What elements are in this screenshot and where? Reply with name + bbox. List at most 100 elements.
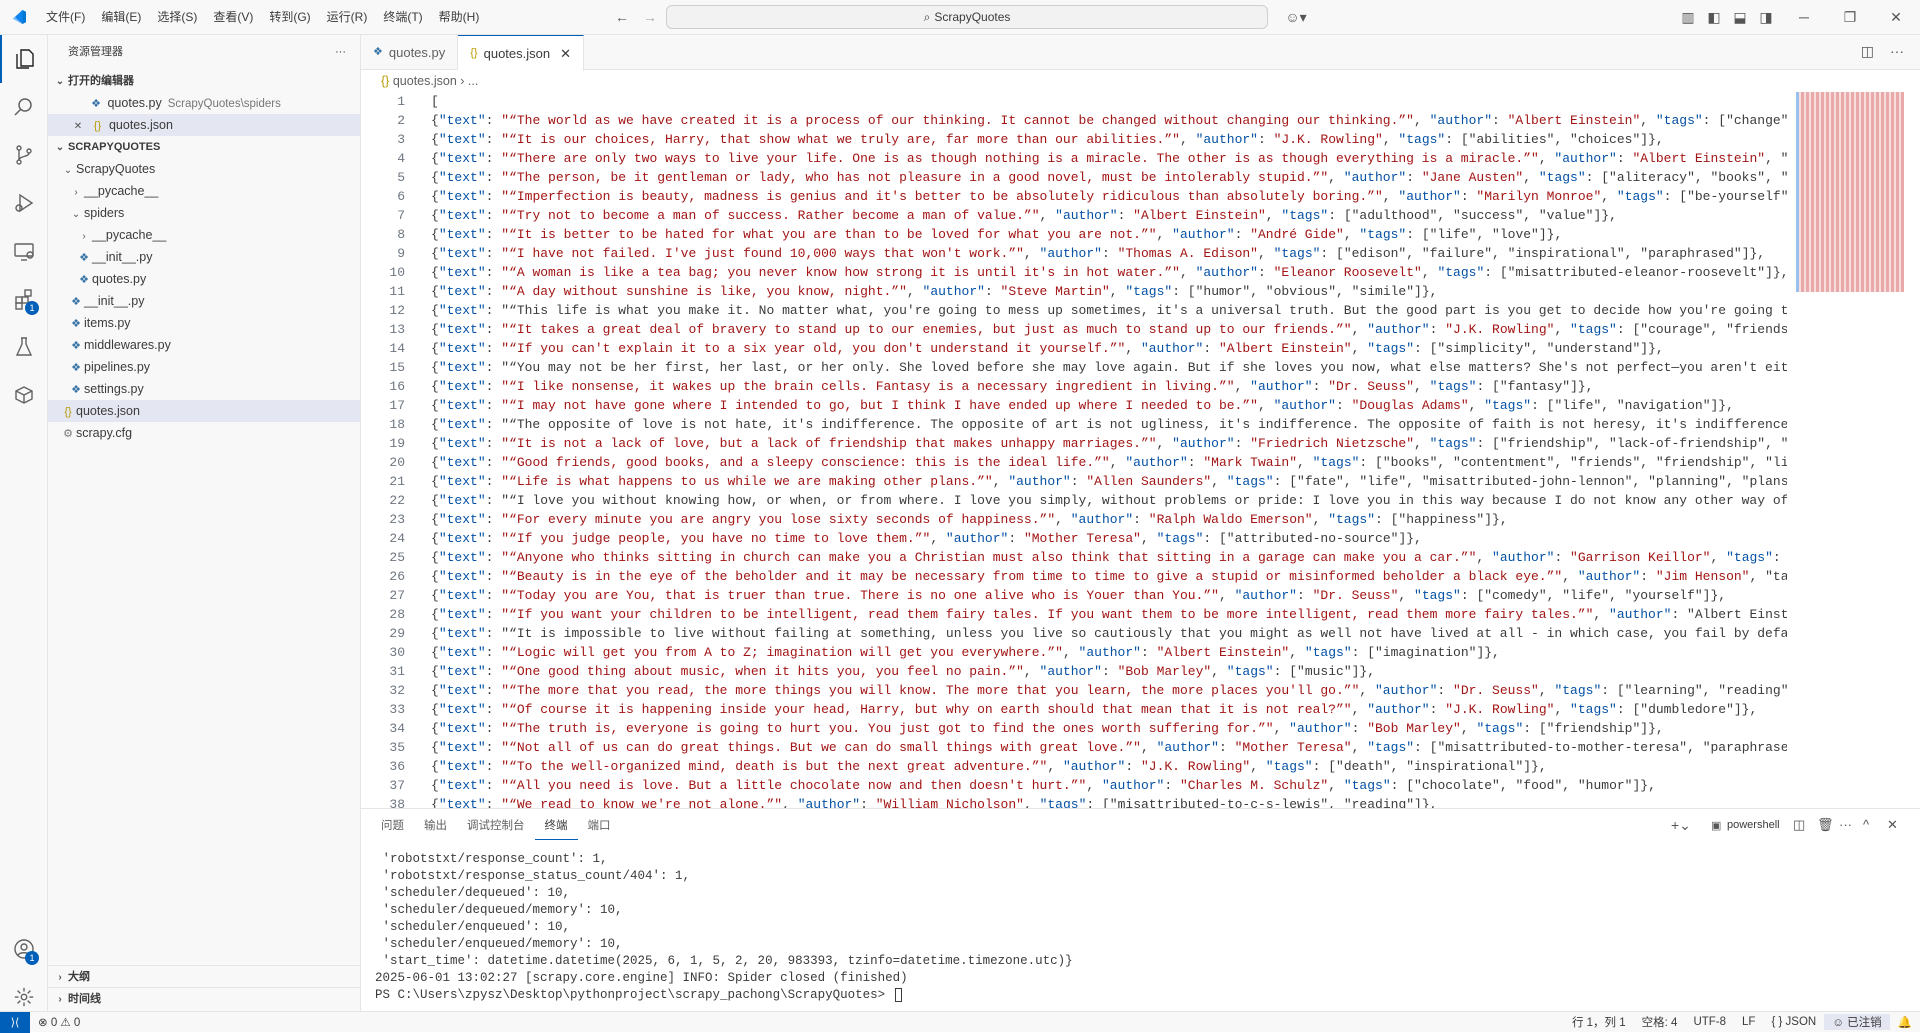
code-line[interactable]: 13 {"text": "“It takes a great deal of br… (361, 320, 1787, 339)
code-line[interactable]: 3 {"text": "“It is our choices, Harry, th… (361, 130, 1787, 149)
code-line[interactable]: 8 {"text": "“It is better to be hated for… (361, 225, 1787, 244)
tree-folder[interactable]: ⌄ ScrapyQuotes (48, 158, 360, 180)
panel-tab[interactable]: 端口 (578, 809, 621, 844)
restore-icon[interactable]: ❐ (1836, 3, 1864, 31)
code-line[interactable]: 9 {"text": "“I have not failed. I've just… (361, 244, 1787, 263)
testing-icon[interactable] (0, 323, 48, 371)
outline-section[interactable]: › 大纲 (48, 965, 360, 987)
docker-icon[interactable] (0, 371, 48, 419)
search-sidebar-icon[interactable] (0, 83, 48, 131)
split-editor-icon[interactable]: ◫ (1861, 43, 1874, 60)
shell-label[interactable]: powershell (1727, 819, 1780, 831)
code-line[interactable]: 5 {"text": "“The person, be it gentleman … (361, 168, 1787, 187)
end-of-line[interactable]: LF (1734, 1016, 1763, 1028)
extensions-icon[interactable]: 1 (0, 275, 48, 323)
code-line[interactable]: 35 {"text": "“Not all of us can do great … (361, 738, 1787, 757)
notifications-bell-icon[interactable]: 🔔 (1890, 1015, 1920, 1029)
tree-folder[interactable]: ⌄ spiders (48, 202, 360, 224)
code-line[interactable]: 34 {"text": "“The truth is, everyone is g… (361, 719, 1787, 738)
menu-item[interactable]: 帮助(H) (431, 0, 488, 35)
more-actions-icon[interactable]: ··· (1890, 43, 1904, 59)
code-line[interactable]: 12 {"text": "“This life is what you make … (361, 301, 1787, 320)
code-line[interactable]: 36 {"text": "“To the well-organized mind,… (361, 757, 1787, 776)
encoding[interactable]: UTF-8 (1685, 1016, 1734, 1028)
cursor-position[interactable]: 行 1，列 1 (1564, 1014, 1634, 1030)
run-debug-icon[interactable] (0, 179, 48, 227)
code-line[interactable]: 33 {"text": "“Of course it is happening i… (361, 700, 1787, 719)
code-line[interactable]: 6 {"text": "“Imperfection is beauty, madn… (361, 187, 1787, 206)
toggle-secondary-sidebar-icon[interactable]: ◨ (1752, 3, 1780, 31)
code-line[interactable]: 22 {"text": "“I love you without knowing … (361, 491, 1787, 510)
code-line[interactable]: 7 {"text": "“Try not to become a man of s… (361, 206, 1787, 225)
code-line[interactable]: 26 {"text": "“Beauty is in the eye of the… (361, 567, 1787, 586)
problems-indicator[interactable]: ⊗ 0 ⚠ 0 (30, 1015, 88, 1029)
code-line[interactable]: 30 {"text": "“Logic will get you from A t… (361, 643, 1787, 662)
code-line[interactable]: 32 {"text": "“The more that you read, the… (361, 681, 1787, 700)
code-line[interactable]: 24 {"text": "“If you judge people, you ha… (361, 529, 1787, 548)
more-actions-icon[interactable]: ··· (1839, 817, 1852, 832)
code-line[interactable]: 18 {"text": "“The opposite of love is not… (361, 415, 1787, 434)
remote-indicator-icon[interactable]: ⟩⟨ (0, 1011, 30, 1033)
indentation[interactable]: 空格: 4 (1634, 1014, 1686, 1030)
code-line[interactable]: 2 {"text": "“The world as we have created… (361, 111, 1787, 130)
language-mode[interactable]: { } JSON (1763, 1016, 1824, 1028)
menu-item[interactable]: 编辑(E) (93, 0, 149, 35)
code-line[interactable]: 14 {"text": "“If you can't explain it to … (361, 339, 1787, 358)
code-line[interactable]: 1[ (361, 92, 1787, 111)
menu-item[interactable]: 选择(S) (149, 0, 205, 35)
copilot-status[interactable]: ☺ 已注销 (1824, 1014, 1890, 1030)
close-tab-icon[interactable]: ✕ (560, 36, 571, 71)
code-line[interactable]: 16 {"text": "“I like nonsense, it wakes u… (361, 377, 1787, 396)
tab-quotes-json[interactable]: {} quotes.json ✕ (458, 35, 585, 71)
panel-tab[interactable]: 调试控制台 (457, 809, 535, 844)
tree-file[interactable]: ❖ middlewares.py (48, 334, 360, 356)
tree-file[interactable]: ❖ items.py (48, 312, 360, 334)
toggle-sidebar-icon[interactable]: ◧ (1700, 3, 1728, 31)
close-editor-icon[interactable]: ✕ (70, 116, 86, 138)
menu-item[interactable]: 终端(T) (375, 0, 430, 35)
menu-item[interactable]: 查看(V) (205, 0, 261, 35)
tree-file[interactable]: ⚙ scrapy.cfg (48, 422, 360, 444)
tree-file[interactable]: ❖ __init__.py (48, 290, 360, 312)
menu-item[interactable]: 转到(G) (261, 0, 318, 35)
code-line[interactable]: 23 {"text": "“For every minute you are an… (361, 510, 1787, 529)
menu-item[interactable]: 文件(F) (38, 0, 93, 35)
minimize-icon[interactable]: ─ (1790, 3, 1818, 31)
code-line[interactable]: 21 {"text": "“Life is what happens to us … (361, 472, 1787, 491)
back-arrow-icon[interactable]: ← (608, 3, 636, 31)
open-editor-item[interactable]: ✕ {} quotes.json (48, 114, 360, 136)
tree-file[interactable]: ❖ quotes.py (48, 268, 360, 290)
tree-file[interactable]: ❖ __init__.py (48, 246, 360, 268)
kill-terminal-icon[interactable]: 🗑 (1817, 817, 1834, 833)
code-line[interactable]: 28 {"text": "“If you want your children t… (361, 605, 1787, 624)
minimap-slider[interactable] (1796, 92, 1904, 292)
tab-quotes-py[interactable]: ❖ quotes.py (361, 35, 459, 70)
maximize-panel-icon[interactable]: ^ (1863, 817, 1869, 832)
tree-file[interactable]: ❖ settings.py (48, 378, 360, 400)
code-line[interactable]: 4 {"text": "“There are only two ways to l… (361, 149, 1787, 168)
breadcrumb-file[interactable]: quotes.json (393, 74, 457, 88)
code-line[interactable]: 25 {"text": "“Anyone who thinks sitting i… (361, 548, 1787, 567)
explorer-icon[interactable] (0, 35, 48, 83)
code-line[interactable]: 38 {"text": "“We read to know we're not a… (361, 795, 1787, 808)
terminal-output[interactable]: 'robotstxt/response_count': 1, 'robotstx… (375, 851, 1073, 1004)
open-editor-item[interactable]: ❖ quotes.py ScrapyQuotes\spiders (48, 92, 360, 114)
code-line[interactable]: 19 {"text": "“It is not a lack of love, b… (361, 434, 1787, 453)
breadcrumb-rest[interactable]: ... (468, 74, 478, 88)
timeline-section[interactable]: › 时间线 (48, 987, 360, 1009)
code-line[interactable]: 17 {"text": "“I may not have gone where I… (361, 396, 1787, 415)
editor-scrollbar[interactable] (1908, 92, 1920, 808)
code-line[interactable]: 37 {"text": "“All you need is love. But a… (361, 776, 1787, 795)
forward-arrow-icon[interactable]: → (636, 3, 664, 31)
menu-item[interactable]: 运行(R) (319, 0, 376, 35)
source-control-icon[interactable] (0, 131, 48, 179)
close-window-icon[interactable]: ✕ (1882, 3, 1910, 31)
code-line[interactable]: 15 {"text": "“You may not be her first, h… (361, 358, 1787, 377)
accounts-icon[interactable]: 1 (0, 925, 48, 973)
panel-tab[interactable]: 问题 (371, 809, 414, 844)
code-line[interactable]: 29 {"text": "“It is impossible to live wi… (361, 624, 1787, 643)
command-center-search[interactable]: ⌕ ScrapyQuotes (666, 5, 1268, 29)
tree-file[interactable]: ❖ pipelines.py (48, 356, 360, 378)
more-actions-icon[interactable]: ··· (335, 35, 346, 70)
panel-tab[interactable]: 输出 (414, 809, 457, 844)
